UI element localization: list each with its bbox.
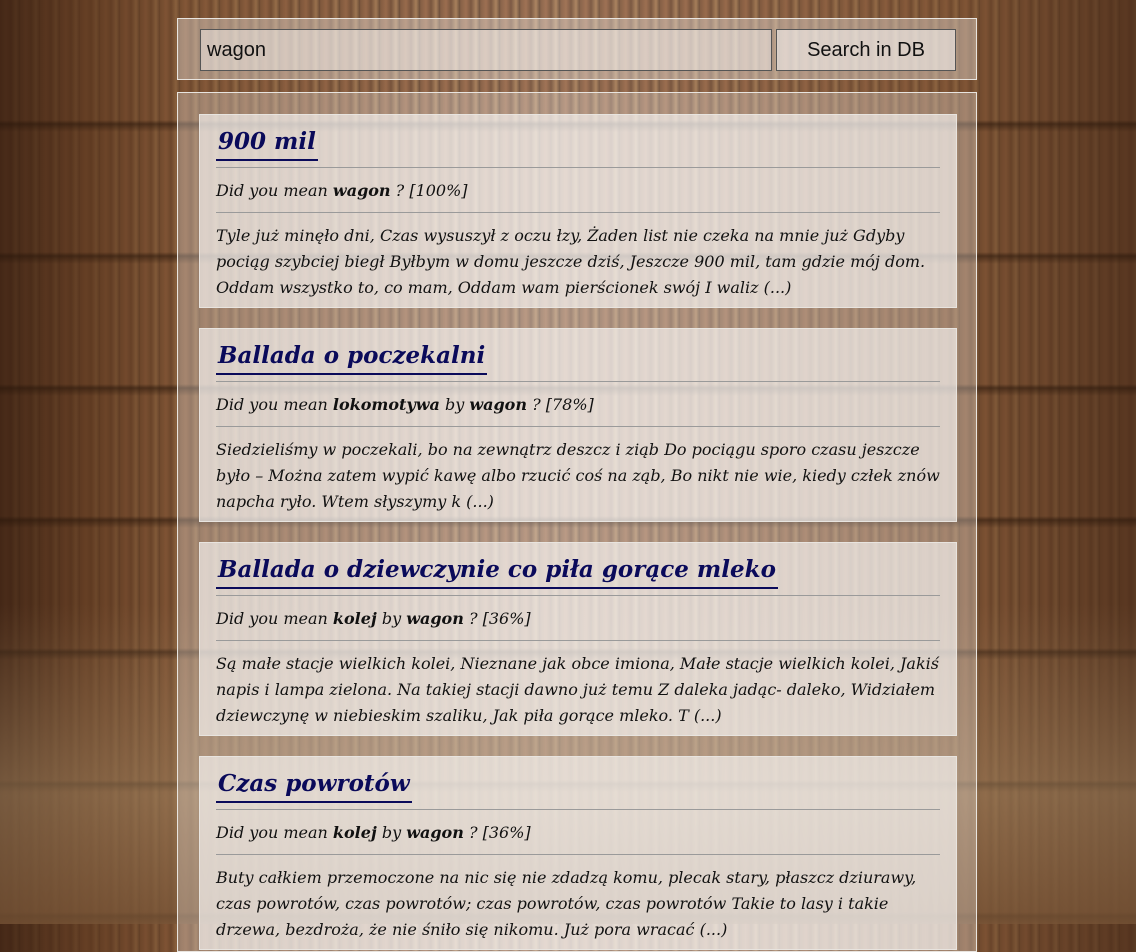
result-title-link[interactable]: 900 mil [216,127,318,161]
did-you-mean-prefix: Did you mean [216,609,328,628]
divider [216,640,940,641]
search-in-db-button[interactable]: Search in DB [776,29,956,71]
match-score: ? [78%] [532,395,594,414]
lyrics-excerpt: Są małe stacje wielkich kolei, Nieznane … [216,654,939,725]
did-you-mean-text: Did you mean kolej by wagon ? [36%] [216,608,940,630]
did-you-mean-prefix: Did you mean [216,181,328,200]
match-score: ? [36%] [468,609,531,628]
result-card: Ballada o dziewczynie co piła gorące mle… [199,542,957,736]
suggested-term: wagon [406,823,464,842]
divider [216,381,940,382]
suggested-term: kolej [332,609,377,628]
suggested-term: wagon [406,609,464,628]
divider [216,809,940,810]
did-you-mean-prefix: Did you mean [216,823,328,842]
did-you-mean-text: Did you mean lokomotywa by wagon ? [78%] [216,394,940,416]
lyrics-excerpt: Siedzieliśmy w poczekali, bo na zewnątrz… [216,440,940,511]
result-card: 900 mil Did you mean wagon ? [100%] Tyle… [199,114,957,308]
suggested-term: kolej [332,823,377,842]
divider [216,854,940,855]
suggestion-joiner: by [381,609,402,628]
match-score: ? [100%] [395,181,468,200]
divider [216,167,940,168]
result-title-link[interactable]: Ballada o poczekalni [216,341,488,375]
suggestion-joiner: by [381,823,402,842]
results-panel: 900 mil Did you mean wagon ? [100%] Tyle… [177,92,977,952]
lyrics-excerpt: Buty całkiem przemoczone na nic się nie … [216,868,917,939]
result-card: Ballada o poczekalni Did you mean lokomo… [199,328,957,522]
lyrics-excerpt: Tyle już minęło dni, Czas wysuszył z ocz… [216,226,926,297]
suggested-term: wagon [469,395,527,414]
result-card: Czas powrotów Did you mean kolej by wago… [199,756,957,950]
suggestion-joiner: by [444,395,465,414]
divider [216,595,940,596]
did-you-mean-text: Did you mean wagon ? [100%] [216,180,940,202]
did-you-mean-text: Did you mean kolej by wagon ? [36%] [216,822,940,844]
match-score: ? [36%] [468,823,531,842]
result-title-link[interactable]: Czas powrotów [216,769,412,803]
suggested-term: wagon [332,181,391,200]
result-title-link[interactable]: Ballada o dziewczynie co piła gorące mle… [216,555,778,589]
did-you-mean-prefix: Did you mean [216,395,328,414]
divider [216,426,940,427]
search-input[interactable] [200,29,772,71]
divider [216,212,940,213]
suggested-term: lokomotywa [332,395,440,414]
search-bar: Search in DB [177,18,977,80]
